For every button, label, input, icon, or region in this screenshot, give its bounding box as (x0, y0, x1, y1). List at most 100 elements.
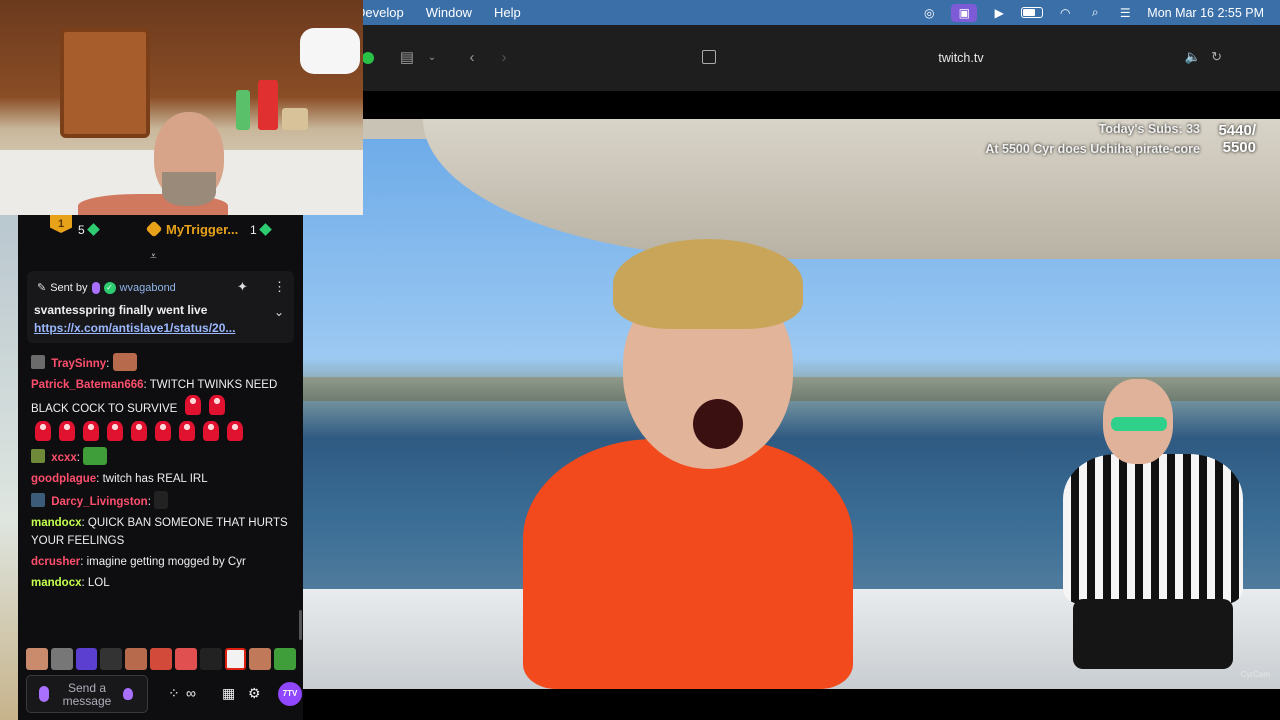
sub-goal-info: Today's Subs: 33 At 5500 Cyr does Uchiha… (985, 119, 1200, 159)
chat-messages: TraySinny: Patrick_Bateman666: TWITCH TW… (31, 353, 291, 595)
emote-icon (154, 491, 169, 509)
chat-username[interactable]: Darcy_Livingston (51, 496, 148, 508)
twitch-chat-panel: 1 5 MyTrigger... 1 ⩡ ✎ Sent by ✓ wvagabo… (18, 215, 303, 720)
sub-goal-text: At 5500 Cyr does Uchiha pirate-core (985, 142, 1200, 156)
address-bar[interactable]: twitch.tv 🔈 ↻ (694, 45, 1228, 71)
spotlight-search-icon[interactable]: ⌕ (1087, 5, 1103, 20)
pinned-sent-by: Sent by (50, 281, 88, 294)
menu-window[interactable]: Window (426, 5, 472, 20)
collapse-leaderboard-icon[interactable]: ⩡ (150, 249, 157, 264)
subs-today: Today's Subs: 33 (1098, 122, 1200, 136)
alarm-emote-icon (227, 421, 243, 441)
menu-clock[interactable]: Mon Mar 16 2:55 PM (1147, 6, 1264, 20)
emote-icon[interactable] (26, 648, 48, 670)
menu-help[interactable]: Help (494, 5, 521, 20)
alarm-emote-icon (83, 421, 99, 441)
pinned-message: ✎ Sent by ✓ wvagabond ✦ ⋮ svantesspring … (27, 271, 294, 343)
porthole-window (300, 28, 360, 74)
emote-icon[interactable] (174, 648, 197, 670)
chat-username[interactable]: TraySinny (51, 358, 106, 370)
chat-text: twitch has REAL IRL (102, 473, 208, 485)
gear-icon[interactable]: ⚙ (248, 685, 261, 702)
stream-video-player[interactable]: Today's Subs: 33 At 5500 Cyr does Uchiha… (303, 119, 1280, 689)
streamer-figure (493, 239, 853, 689)
alarm-emote-icon (203, 421, 219, 441)
counter-items (230, 70, 310, 130)
verified-badge-icon: ✓ (103, 281, 116, 294)
alarm-emote-icon (155, 421, 171, 441)
screen-recording-icon[interactable]: ▣ (951, 3, 978, 22)
crown-icon (145, 220, 163, 238)
chat-username[interactable]: mandocx (31, 577, 82, 589)
chat-username[interactable]: xcxx (51, 452, 77, 464)
pinned-user[interactable]: wvagabond (120, 282, 176, 294)
rank-badge: 1 (50, 215, 72, 233)
address-actions: 🔈 ↻ (1185, 49, 1222, 65)
stream-chat-overlay (303, 429, 513, 669)
streamer-companion (1063, 379, 1263, 679)
sidebar-toggle-icon[interactable]: ▤ (396, 46, 418, 68)
webcam-beard (162, 172, 216, 206)
chat-username[interactable]: dcrusher (31, 556, 80, 568)
more-options-icon[interactable]: ⋮ (273, 279, 286, 295)
chevron-down-icon[interactable]: ⌄ (424, 46, 440, 68)
leaderboard-count-2: 1 (250, 223, 272, 237)
alarm-emote-icon (184, 395, 201, 415)
unpin-icon[interactable]: ✦ (237, 279, 248, 295)
chat-message: goodplague: twitch has REAL IRL (31, 473, 208, 485)
chat-username[interactable]: goodplague (31, 473, 96, 485)
desktop-background (0, 215, 18, 720)
chat-username[interactable]: mandocx (31, 517, 82, 529)
battery-icon[interactable] (1021, 7, 1044, 18)
emote-icon[interactable] (50, 648, 73, 670)
emote-icon[interactable] (150, 648, 172, 670)
chat-message-input[interactable]: Send a message (26, 675, 148, 713)
emote-icon[interactable] (249, 648, 272, 670)
gem-icon (86, 223, 100, 236)
emote-icon[interactable] (125, 648, 148, 670)
status-menu-area: ◎ ▣ ▶ ◠ ⌕ ☰ Mon Mar 16 2:55 PM (921, 0, 1264, 25)
pinned-link[interactable]: https://x.com/antislave1/status/20... (34, 321, 235, 335)
store-icon[interactable]: ▦ (222, 685, 235, 702)
emote-icon[interactable] (224, 648, 247, 670)
user-badge-icon (31, 449, 45, 463)
sub-goal-counter: 5440/ 5500 (1218, 122, 1256, 156)
speaker-icon[interactable]: 🔈 (1185, 49, 1201, 65)
chat-scrollbar[interactable] (299, 610, 302, 640)
seventv-button[interactable]: 7TV (278, 682, 302, 706)
forward-button[interactable]: › (494, 46, 514, 68)
emote-icon[interactable] (199, 648, 222, 670)
chat-message: TraySinny: (31, 353, 291, 373)
wifi-icon[interactable]: ◠ (1057, 6, 1073, 20)
menu-develop[interactable]: Develop (356, 5, 404, 20)
screen: Develop Window Help ◎ ▣ ▶ ◠ ⌕ ☰ Mon Mar … (0, 0, 1280, 720)
mic-badge-icon (91, 281, 100, 294)
video-bottom-letterbox (303, 689, 1280, 720)
video-top-letterbox (303, 91, 1280, 119)
emote-icon (112, 353, 137, 371)
infinity-icon[interactable]: ∞ (186, 685, 196, 701)
control-center-icon[interactable]: ☰ (1117, 6, 1133, 20)
page-menu-icon[interactable] (702, 50, 716, 64)
expand-chevron-icon[interactable]: ⌄ (274, 305, 284, 319)
emote-icon[interactable] (100, 648, 123, 670)
leaderboard-user[interactable]: MyTrigger... (166, 222, 238, 237)
window-zoom-button[interactable] (362, 52, 374, 64)
play-icon[interactable]: ▶ (991, 6, 1007, 20)
cabinet-door (60, 28, 150, 138)
channel-points-icon[interactable]: ⁘ (168, 685, 180, 702)
chat-username[interactable]: Patrick_Bateman666 (31, 379, 144, 391)
leaderboard-count: 5 (78, 223, 100, 237)
emote-icon[interactable] (75, 648, 98, 670)
alarm-emote-icon (131, 421, 147, 441)
url-text: twitch.tv (938, 51, 984, 65)
back-button[interactable]: ‹ (462, 46, 482, 68)
emote-row (31, 420, 291, 444)
creative-cloud-icon[interactable]: ◎ (921, 6, 937, 20)
webcam-overlay (0, 0, 363, 215)
reload-icon[interactable]: ↻ (1211, 49, 1222, 65)
alarm-emote-icon (107, 421, 123, 441)
emote-icon[interactable] (274, 648, 296, 670)
bottle (258, 80, 278, 130)
user-badge-icon (31, 355, 45, 369)
